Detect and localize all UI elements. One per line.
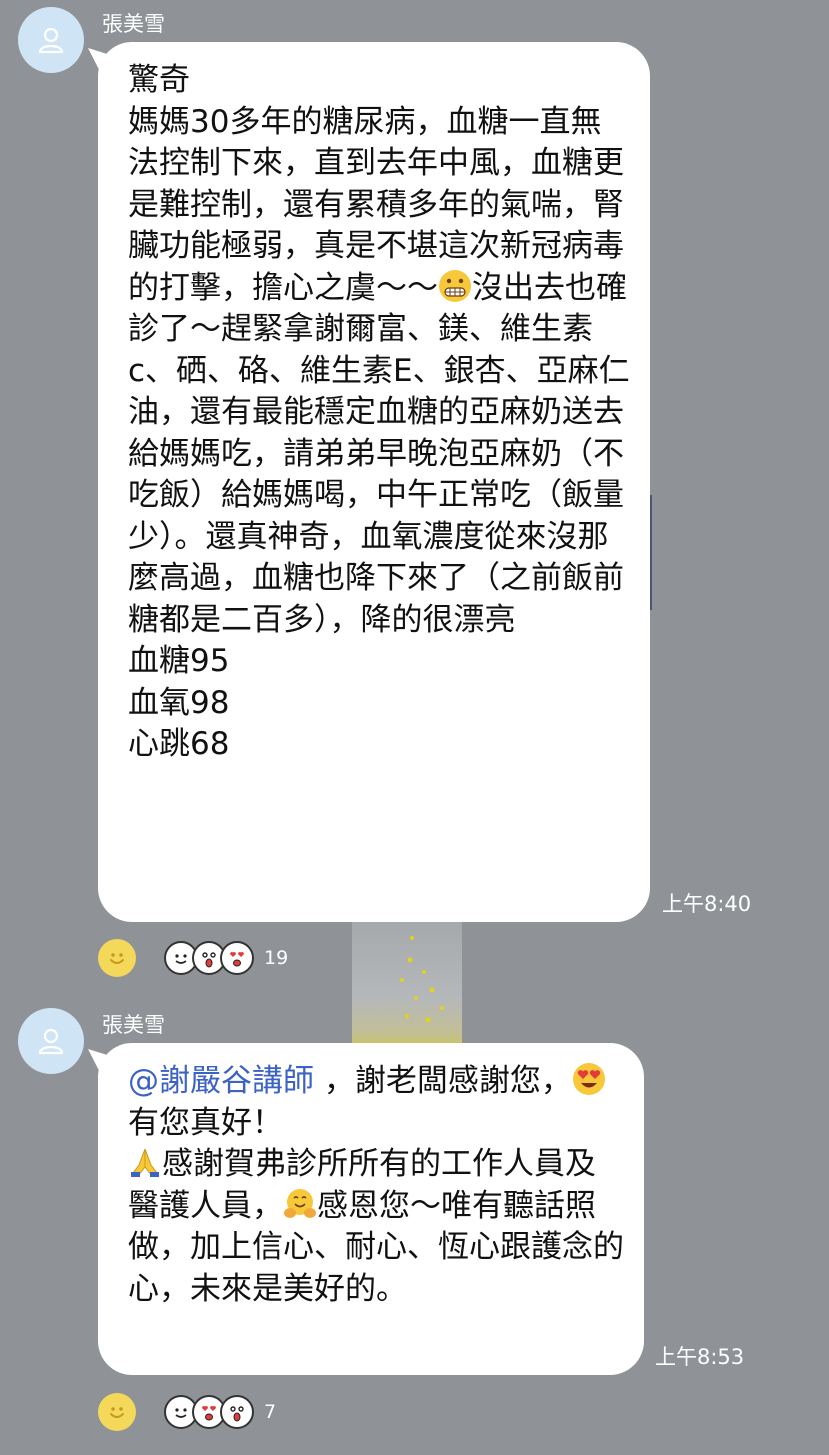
user-icon xyxy=(38,1028,64,1055)
reaction-count: 7 xyxy=(264,1401,277,1423)
add-reaction-button[interactable] xyxy=(98,1393,136,1431)
reaction-row: 7 xyxy=(98,1392,276,1432)
message-bubble[interactable]: @謝嚴谷講師 ，謝老闆感謝您，有您真好！ 感謝賀弗診所所有的工作人員及醫護人員，… xyxy=(98,1043,644,1375)
message-text-2: 有您真好！ xyxy=(128,1104,283,1141)
sender-name: 張美雪 xyxy=(102,12,165,36)
reaction-stickers[interactable] xyxy=(164,1395,254,1429)
reaction-row: 19 xyxy=(98,938,288,978)
add-reaction-button[interactable] xyxy=(98,939,136,977)
timestamp: 上午8:53 xyxy=(655,1345,745,1369)
hugging-face-icon xyxy=(284,1188,316,1218)
folded-hands-icon xyxy=(131,1148,159,1177)
user-icon xyxy=(38,27,64,54)
heart-eyes-face-icon xyxy=(572,1063,605,1095)
sender-name: 張美雪 xyxy=(102,1013,165,1037)
grimacing-face-icon xyxy=(439,269,471,302)
reaction-stickers[interactable] xyxy=(164,941,254,975)
mention-link[interactable]: @謝嚴谷講師 xyxy=(128,1063,314,1099)
surprised-sticker-icon xyxy=(220,1395,254,1429)
smiley-icon xyxy=(110,953,124,964)
message-bubble[interactable]: 驚奇 媽媽30多年的糖尿病，血糖一直無法控制下來，直到去年中風，血糖更是難控制，… xyxy=(98,42,650,922)
message-text-continued: 沒出去也確診了～趕緊拿謝爾富、鎂、維生素c、硒、硌、維生素E、銀杏、亞麻仁油，還… xyxy=(128,269,630,763)
avatar[interactable] xyxy=(18,1008,84,1074)
smiley-icon xyxy=(110,1407,124,1418)
message-text: ，謝老闆感謝您， xyxy=(314,1063,572,1099)
background-bubbles-decoration xyxy=(400,936,444,1023)
reaction-count: 19 xyxy=(264,947,289,969)
avatar[interactable] xyxy=(18,7,84,73)
heart-eyes-sticker-icon xyxy=(220,941,254,975)
timestamp: 上午8:40 xyxy=(662,892,752,916)
